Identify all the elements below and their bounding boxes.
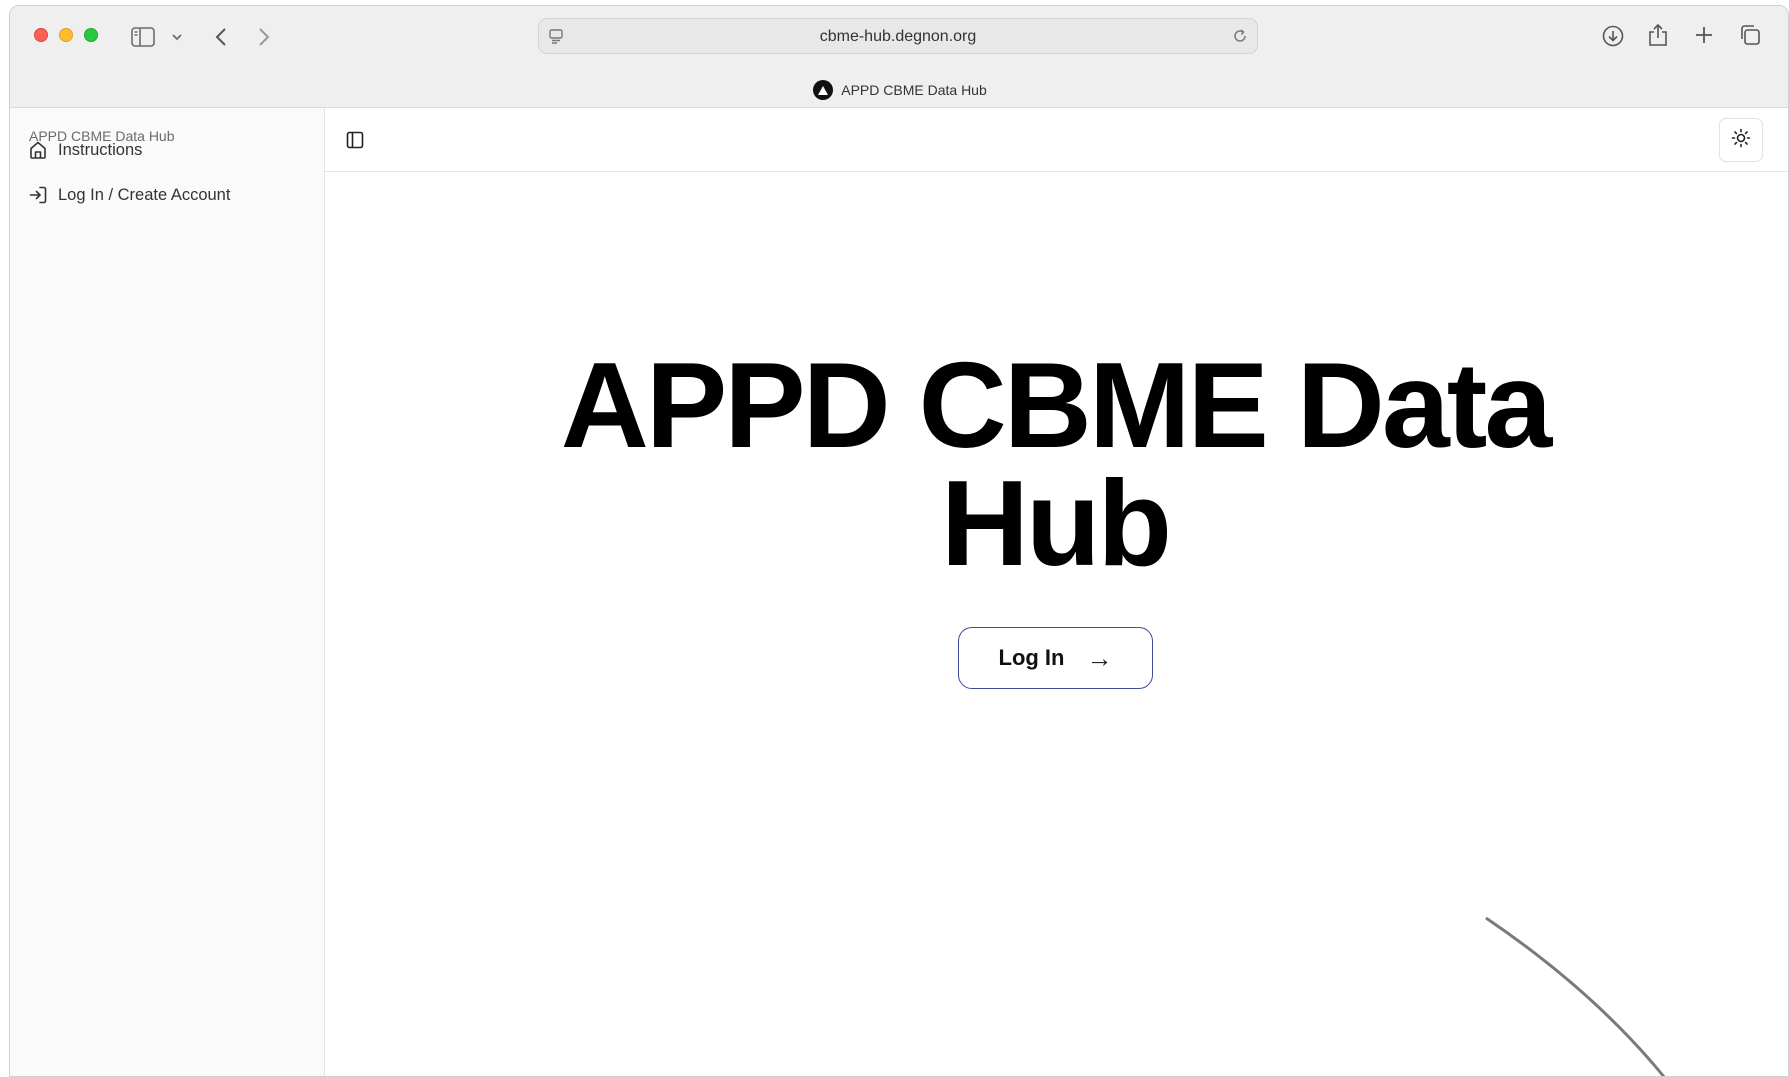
decorative-curve: [1485, 916, 1666, 1076]
home-icon: [28, 140, 48, 160]
sidebar-item-instructions[interactable]: Instructions: [28, 136, 150, 164]
active-tab[interactable]: APPD CBME Data Hub: [10, 80, 1788, 100]
sun-icon: [1731, 128, 1751, 153]
browser-window: cbme-hub.degnon.org APPD CBME Data Hub A…: [9, 5, 1789, 1077]
sidebar-item-label: Instructions: [58, 140, 143, 159]
sidebar-collapse-icon[interactable]: [344, 129, 366, 151]
close-window-button[interactable]: [34, 28, 48, 42]
favicon-icon: [813, 80, 834, 100]
arrow-right-icon: →: [1086, 642, 1113, 673]
forward-icon[interactable]: [253, 25, 275, 49]
address-bar[interactable]: cbme-hub.degnon.org: [538, 18, 1258, 54]
sidebar: APPD CBME Data Hub Instructions Log In /…: [10, 108, 325, 1076]
minimize-window-button[interactable]: [59, 28, 73, 42]
login-button[interactable]: Log In →: [958, 627, 1153, 689]
theme-toggle-button[interactable]: [1719, 118, 1763, 162]
sidebar-item-label: Log In / Create Account: [58, 185, 231, 204]
login-button-label: Log In: [998, 645, 1065, 670]
tab-title-text: APPD CBME Data Hub: [841, 82, 987, 98]
maximize-window-button[interactable]: [84, 28, 98, 42]
back-icon[interactable]: [210, 25, 232, 49]
hero-section: APPD CBME Data Hub Log In →: [325, 172, 1788, 1076]
sidebar-item-login[interactable]: Log In / Create Account: [28, 181, 238, 209]
reload-icon[interactable]: [1231, 27, 1249, 45]
downloads-icon[interactable]: [1601, 24, 1625, 48]
share-icon[interactable]: [1646, 22, 1670, 48]
new-tab-icon[interactable]: [1693, 24, 1715, 46]
tab-overview-icon[interactable]: [1738, 23, 1762, 47]
login-icon: [28, 185, 48, 205]
tab-bar: APPD CBME Data Hub: [10, 71, 1788, 108]
sidebar-toggle-icon[interactable]: [130, 26, 156, 48]
chevron-down-icon[interactable]: [170, 30, 184, 44]
top-bar: [325, 108, 1788, 172]
url-text[interactable]: cbme-hub.degnon.org: [539, 28, 1257, 46]
page-title: APPD CBME Data Hub: [560, 337, 1552, 591]
browser-toolbar: cbme-hub.degnon.org: [10, 6, 1788, 71]
page-content: APPD CBME Data Hub Instructions Log In /…: [10, 108, 1788, 1076]
